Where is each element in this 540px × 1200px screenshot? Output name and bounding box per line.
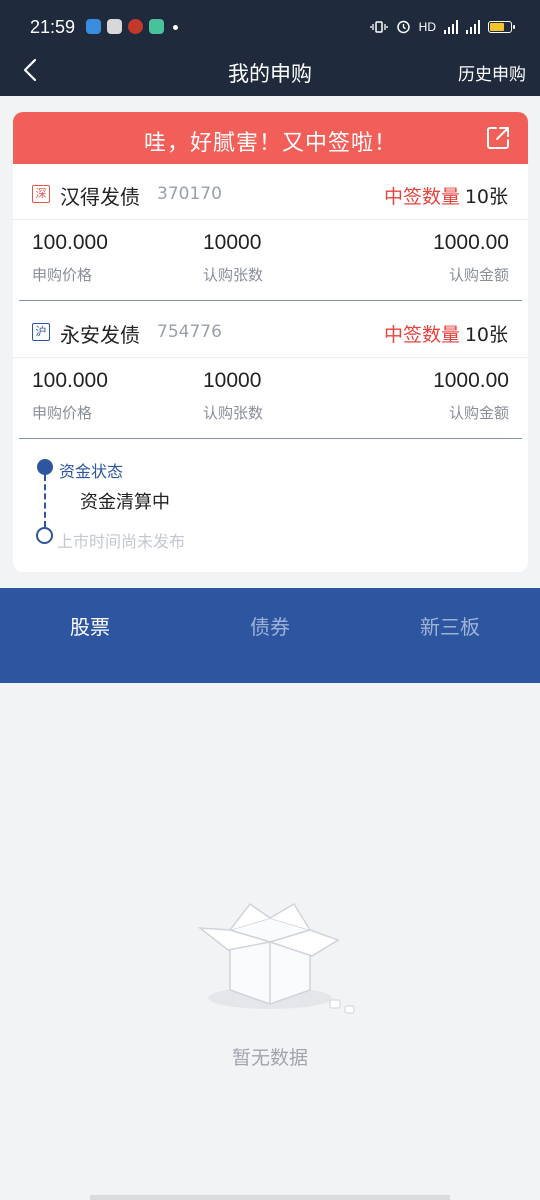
hd-label: HD <box>418 19 436 34</box>
vibrate-icon <box>370 20 388 33</box>
more-notifications-icon <box>173 25 178 30</box>
category-tabs: 股票 债券 新三板 <box>0 588 540 683</box>
quantity-value: 10000 <box>203 231 262 254</box>
win-banner: 哇，好腻害！又中签啦！ <box>13 112 528 164</box>
quantity-label: 认购张数 <box>203 266 264 284</box>
system-status-icons: HD <box>370 19 515 34</box>
tab-neeq[interactable]: 新三板 <box>390 611 510 640</box>
alarm-icon <box>396 20 410 34</box>
divider <box>19 438 522 439</box>
bond-name: 汉得发债 <box>60 185 140 209</box>
signal-icon <box>444 19 458 34</box>
empty-state-text: 暂无数据 <box>231 1047 308 1069</box>
price-label: 申购价格 <box>32 404 93 422</box>
battery-icon <box>488 20 515 33</box>
amount-value: 1000.00 <box>433 369 509 392</box>
fund-status-detail: 资金清算中 <box>80 492 170 513</box>
bond-code: 370170 <box>157 184 222 204</box>
tab-stocks[interactable]: 股票 <box>30 611 150 640</box>
quantity-value: 10000 <box>203 369 262 392</box>
amount-value: 1000.00 <box>433 231 509 254</box>
winning-value: 10张 <box>464 324 508 346</box>
winning-label: 中签数量 <box>383 324 460 346</box>
market-badge: 深 <box>32 185 50 203</box>
bond-code: 754776 <box>157 322 222 342</box>
market-badge: 沪 <box>32 323 50 341</box>
banner-text: 哇，好腻害！又中签啦！ <box>143 131 397 156</box>
empty-box-icon <box>197 902 355 1014</box>
chat-notification-icon <box>149 19 164 34</box>
app-notification-icon <box>107 19 122 34</box>
price-value: 100.000 <box>32 231 108 254</box>
bond-item[interactable]: 深 汉得发债 370170 中签数量 10张 100.000 申购价格 1000… <box>13 172 528 310</box>
app-notification-icon <box>128 19 143 34</box>
amount-label: 认购金额 <box>448 404 509 422</box>
top-bar: 21:59 HD 我的申购 历史申购 <box>0 0 540 96</box>
price-label: 申购价格 <box>32 266 93 284</box>
tab-bonds[interactable]: 债券 <box>210 611 330 640</box>
amount-label: 认购金额 <box>448 266 509 284</box>
timeline-connector <box>44 475 46 527</box>
listing-time-status: 上市时间尚未发布 <box>57 532 186 551</box>
bond-header: 深 汉得发债 370170 中签数量 10张 <box>13 172 528 220</box>
bond-header: 沪 永安发债 754776 中签数量 10张 <box>13 310 528 358</box>
timeline-dot-active <box>37 459 53 475</box>
bond-item[interactable]: 沪 永安发债 754776 中签数量 10张 100.000 申购价格 1000… <box>13 310 528 448</box>
signal-icon <box>466 19 480 34</box>
share-icon[interactable] <box>485 125 511 151</box>
app-notification-icon <box>86 19 101 34</box>
winning-label: 中签数量 <box>383 186 460 208</box>
price-value: 100.000 <box>32 369 108 392</box>
status-time: 21:59 <box>30 17 76 37</box>
timeline-dot-pending <box>36 527 53 544</box>
battery-level <box>490 22 504 31</box>
winning-value: 10张 <box>464 186 508 208</box>
quantity-label: 认购张数 <box>203 404 264 422</box>
divider <box>19 300 522 301</box>
home-indicator <box>90 1195 450 1200</box>
history-subscription-link[interactable]: 历史申购 <box>458 60 526 85</box>
bond-name: 永安发债 <box>60 323 140 347</box>
status-bar: 21:59 HD <box>0 0 540 48</box>
notification-icons <box>86 19 178 34</box>
fund-status-title: 资金状态 <box>59 462 124 481</box>
subscription-result-card: 哇，好腻害！又中签啦！ 深 汉得发债 370170 中签数量 10张 100.0… <box>13 112 528 572</box>
